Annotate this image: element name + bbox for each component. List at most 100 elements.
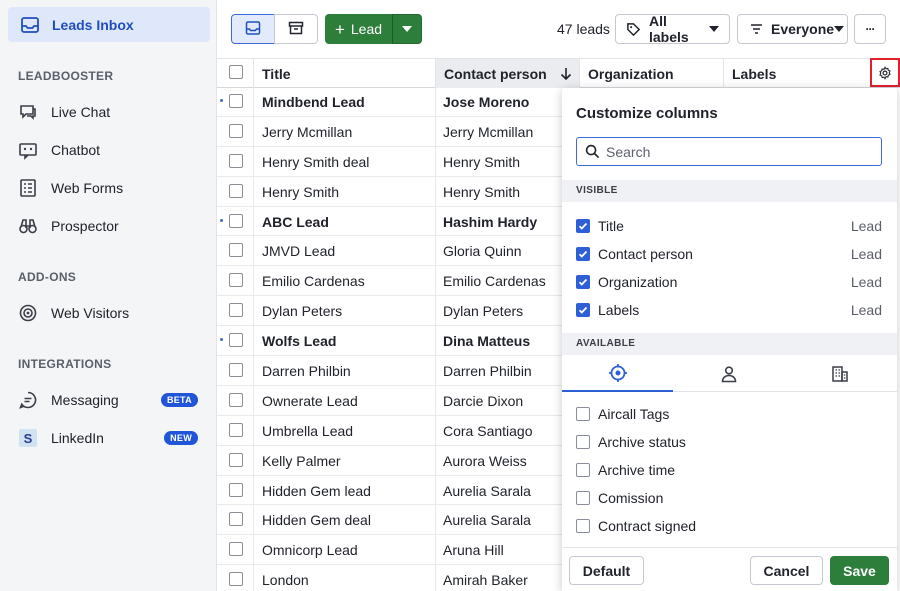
column-header-organization[interactable]: Organization bbox=[579, 59, 724, 88]
lead-title-cell[interactable]: Mindbend Lead bbox=[262, 94, 365, 110]
table-row[interactable]: Kelly Palmer Aurora Weiss bbox=[217, 446, 562, 476]
available-column-item[interactable]: Aircall Tags bbox=[576, 404, 882, 424]
column-header-contact-person[interactable]: Contact person bbox=[435, 59, 580, 88]
contact-person-cell[interactable]: Emilio Cardenas bbox=[443, 273, 546, 289]
contact-person-cell[interactable]: Dylan Peters bbox=[443, 303, 523, 319]
contact-person-cell[interactable]: Aurelia Sarala bbox=[443, 483, 531, 499]
row-checkbox[interactable] bbox=[229, 482, 243, 497]
available-column-item[interactable]: Archive status bbox=[576, 432, 882, 452]
column-checkbox[interactable] bbox=[576, 463, 590, 477]
sidebar-item-web-visitors[interactable]: Web Visitors bbox=[18, 299, 208, 327]
column-checkbox[interactable] bbox=[576, 219, 590, 233]
lead-title-cell[interactable]: Dylan Peters bbox=[262, 303, 342, 319]
list-view-button[interactable] bbox=[231, 14, 275, 44]
contact-person-cell[interactable]: Jose Moreno bbox=[443, 94, 529, 110]
table-row[interactable]: Darren Philbin Darren Philbin bbox=[217, 356, 562, 386]
contact-person-cell[interactable]: Henry Smith bbox=[443, 184, 520, 200]
lead-title-cell[interactable]: Wolfs Lead bbox=[262, 333, 336, 349]
visible-column-item[interactable]: Organization Lead bbox=[576, 272, 882, 292]
visible-column-item[interactable]: Labels Lead bbox=[576, 300, 882, 320]
lead-title-cell[interactable]: Emilio Cardenas bbox=[262, 273, 365, 289]
contact-person-cell[interactable]: Henry Smith bbox=[443, 154, 520, 170]
lead-title-cell[interactable]: Hidden Gem deal bbox=[262, 512, 371, 528]
contact-person-cell[interactable]: Aurelia Sarala bbox=[443, 512, 531, 528]
row-checkbox[interactable] bbox=[229, 243, 243, 258]
row-checkbox[interactable] bbox=[229, 303, 243, 318]
column-checkbox[interactable] bbox=[576, 247, 590, 261]
row-checkbox[interactable] bbox=[229, 422, 243, 437]
available-column-item[interactable]: Comission bbox=[576, 488, 882, 508]
column-checkbox[interactable] bbox=[576, 275, 590, 289]
contact-person-cell[interactable]: Aruna Hill bbox=[443, 542, 504, 558]
lead-title-cell[interactable]: JMVD Lead bbox=[262, 243, 335, 259]
default-button[interactable]: Default bbox=[569, 556, 644, 585]
select-all-checkbox[interactable] bbox=[229, 65, 243, 79]
save-button[interactable]: Save bbox=[830, 556, 889, 585]
add-lead-dropdown-button[interactable] bbox=[392, 14, 422, 44]
more-options-button[interactable]: ··· bbox=[854, 14, 886, 44]
column-checkbox[interactable] bbox=[576, 435, 590, 449]
sidebar-item-prospector[interactable]: Prospector bbox=[18, 212, 208, 240]
contact-person-cell[interactable]: Gloria Quinn bbox=[443, 243, 522, 259]
tab-organization-fields[interactable] bbox=[784, 355, 895, 392]
column-header-labels[interactable]: Labels bbox=[723, 59, 869, 88]
table-row[interactable]: Jerry Mcmillan Jerry Mcmillan bbox=[217, 117, 562, 147]
tab-person-fields[interactable] bbox=[673, 355, 784, 392]
lead-title-cell[interactable]: Henry Smith bbox=[262, 184, 339, 200]
row-checkbox[interactable] bbox=[229, 123, 243, 138]
visible-column-item[interactable]: Contact person Lead bbox=[576, 244, 882, 264]
column-checkbox[interactable] bbox=[576, 491, 590, 505]
search-field[interactable] bbox=[576, 137, 882, 166]
column-checkbox[interactable] bbox=[576, 303, 590, 317]
table-row[interactable]: Ownerate Lead Darcie Dixon bbox=[217, 386, 562, 416]
sidebar-item-web-forms[interactable]: Web Forms bbox=[18, 174, 208, 202]
table-row[interactable]: ABC Lead Hashim Hardy bbox=[217, 207, 562, 237]
contact-person-cell[interactable]: Amirah Baker bbox=[443, 572, 528, 588]
row-checkbox[interactable] bbox=[229, 392, 243, 407]
table-row[interactable]: Henry Smith deal Henry Smith bbox=[217, 147, 562, 177]
lead-title-cell[interactable]: Hidden Gem lead bbox=[262, 483, 371, 499]
lead-title-cell[interactable]: ABC Lead bbox=[262, 214, 329, 230]
lead-title-cell[interactable]: Kelly Palmer bbox=[262, 453, 341, 469]
column-header-title[interactable]: Title bbox=[253, 59, 435, 88]
contact-person-cell[interactable]: Dina Matteus bbox=[443, 333, 530, 349]
available-column-item[interactable]: Contract signed bbox=[576, 516, 882, 536]
table-row[interactable]: Hidden Gem deal Aurelia Sarala bbox=[217, 505, 562, 536]
sidebar-item-linkedin[interactable]: S LinkedIn NEW bbox=[18, 424, 208, 452]
lead-title-cell[interactable]: Ownerate Lead bbox=[262, 393, 358, 409]
table-row[interactable]: London Amirah Baker bbox=[217, 565, 562, 591]
cancel-button[interactable]: Cancel bbox=[750, 556, 823, 585]
row-checkbox[interactable] bbox=[229, 452, 243, 467]
archive-view-button[interactable] bbox=[274, 14, 318, 44]
labels-filter-button[interactable]: All labels bbox=[615, 13, 730, 45]
customize-columns-button[interactable] bbox=[870, 58, 900, 87]
lead-title-cell[interactable]: Henry Smith deal bbox=[262, 154, 369, 170]
table-row[interactable]: JMVD Lead Gloria Quinn bbox=[217, 236, 562, 267]
contact-person-cell[interactable]: Cora Santiago bbox=[443, 423, 533, 439]
lead-title-cell[interactable]: London bbox=[262, 572, 309, 588]
column-checkbox[interactable] bbox=[576, 519, 590, 533]
lead-title-cell[interactable]: Darren Philbin bbox=[262, 363, 351, 379]
table-row[interactable]: Henry Smith Henry Smith bbox=[217, 177, 562, 207]
lead-title-cell[interactable]: Jerry Mcmillan bbox=[262, 124, 352, 140]
row-checkbox[interactable] bbox=[229, 363, 243, 378]
table-row[interactable]: Wolfs Lead Dina Matteus bbox=[217, 326, 562, 357]
contact-person-cell[interactable]: Jerry Mcmillan bbox=[443, 124, 533, 140]
table-row[interactable]: Hidden Gem lead Aurelia Sarala bbox=[217, 476, 562, 506]
lead-title-cell[interactable]: Omnicorp Lead bbox=[262, 542, 358, 558]
lead-title-cell[interactable]: Umbrella Lead bbox=[262, 423, 353, 439]
sidebar-item-messaging[interactable]: Messaging BETA bbox=[18, 386, 208, 414]
sidebar-item-leads-inbox[interactable]: Leads Inbox bbox=[8, 7, 210, 42]
tab-lead-fields[interactable] bbox=[562, 355, 673, 392]
contact-person-cell[interactable]: Darcie Dixon bbox=[443, 393, 523, 409]
table-row[interactable]: Emilio Cardenas Emilio Cardenas bbox=[217, 266, 562, 297]
row-checkbox[interactable] bbox=[229, 183, 243, 198]
row-checkbox[interactable] bbox=[229, 542, 243, 557]
add-lead-button[interactable]: + Lead bbox=[325, 14, 392, 44]
row-checkbox[interactable] bbox=[229, 153, 243, 168]
visible-column-item[interactable]: Title Lead bbox=[576, 216, 882, 236]
available-column-item[interactable]: Archive time bbox=[576, 460, 882, 480]
row-checkbox[interactable] bbox=[229, 273, 243, 288]
table-row[interactable]: Omnicorp Lead Aruna Hill bbox=[217, 535, 562, 566]
owner-filter-button[interactable]: Everyone bbox=[737, 14, 848, 44]
